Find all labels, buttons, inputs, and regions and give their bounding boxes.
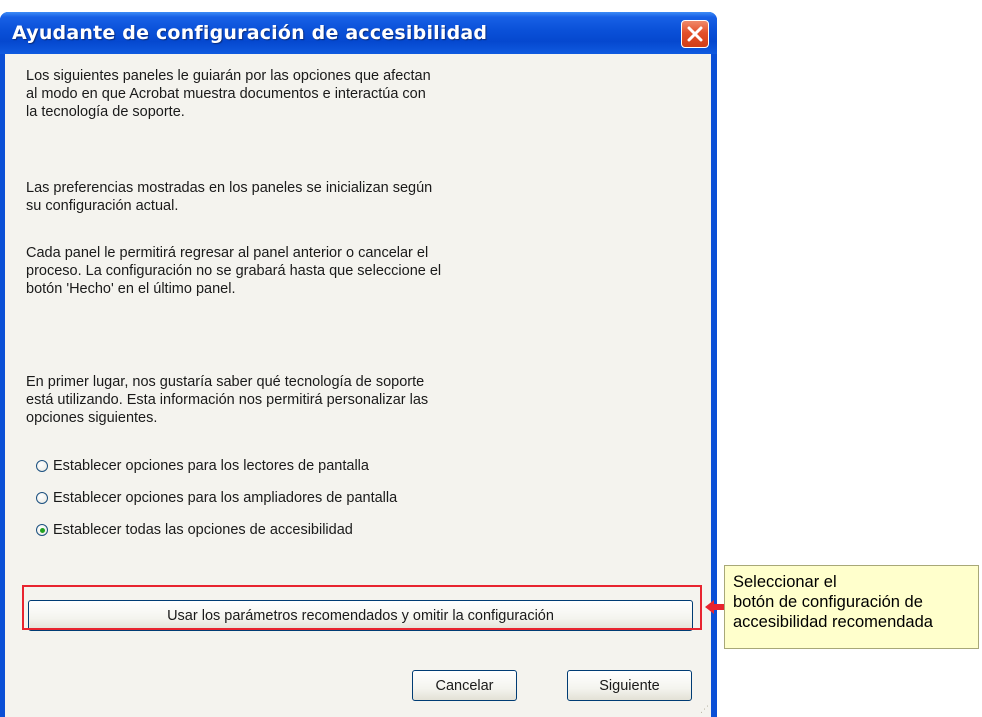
option-screen-readers[interactable]: Establecer opciones para los lectores de… xyxy=(36,456,369,476)
next-button[interactable]: Siguiente xyxy=(567,670,692,701)
callout-line: Seleccionar el xyxy=(733,573,837,591)
intro-text: Los siguientes paneles le guiarán por la… xyxy=(26,67,516,121)
preferences-line: Las preferencias mostradas en los panele… xyxy=(26,180,433,196)
close-button[interactable] xyxy=(681,20,709,48)
option-screen-magnifiers[interactable]: Establecer opciones para los ampliadores… xyxy=(36,488,397,508)
callout-line: botón de configuración de xyxy=(733,593,923,611)
callout-line: accesibilidad recomendada xyxy=(733,613,933,631)
recommended-highlight-box xyxy=(22,585,702,630)
resize-grip-icon[interactable]: ⋰ xyxy=(700,705,709,715)
question-line: En primer lugar, nos gustaría saber qué … xyxy=(26,374,425,390)
title-bar[interactable]: Ayudante de configuración de accesibilid… xyxy=(0,12,717,54)
navigation-line: proceso. La configuración no se grabará … xyxy=(26,263,442,279)
radio-button-selected[interactable] xyxy=(36,524,48,536)
option-label[interactable]: Establecer opciones para los ampliadores… xyxy=(53,490,397,506)
navigation-line: Cada panel le permitirá regresar al pane… xyxy=(26,245,429,261)
intro-line: la tecnología de soporte. xyxy=(26,104,185,120)
radio-button[interactable] xyxy=(36,492,48,504)
question-line: está utilizando. Esta información nos pe… xyxy=(26,392,429,408)
intro-line: Los siguientes paneles le guiarán por la… xyxy=(26,68,431,84)
radio-button[interactable] xyxy=(36,460,48,472)
annotation-callout: Seleccionar el botón de configuración de… xyxy=(724,565,979,649)
preferences-line: su configuración actual. xyxy=(26,198,179,214)
close-icon xyxy=(687,26,703,42)
question-text: En primer lugar, nos gustaría saber qué … xyxy=(26,373,516,427)
cancel-button[interactable]: Cancelar xyxy=(412,670,517,701)
option-label[interactable]: Establecer opciones para los lectores de… xyxy=(53,458,369,474)
option-label[interactable]: Establecer todas las opciones de accesib… xyxy=(53,522,353,538)
preferences-text: Las preferencias mostradas en los panele… xyxy=(26,179,516,215)
dialog-title: Ayudante de configuración de accesibilid… xyxy=(12,22,488,44)
question-line: opciones siguientes. xyxy=(26,410,158,426)
navigation-line: botón 'Hecho' en el último panel. xyxy=(26,281,236,297)
intro-line: al modo en que Acrobat muestra documento… xyxy=(26,86,426,102)
navigation-text: Cada panel le permitirá regresar al pane… xyxy=(26,244,516,298)
option-all-accessibility[interactable]: Establecer todas las opciones de accesib… xyxy=(36,520,353,540)
